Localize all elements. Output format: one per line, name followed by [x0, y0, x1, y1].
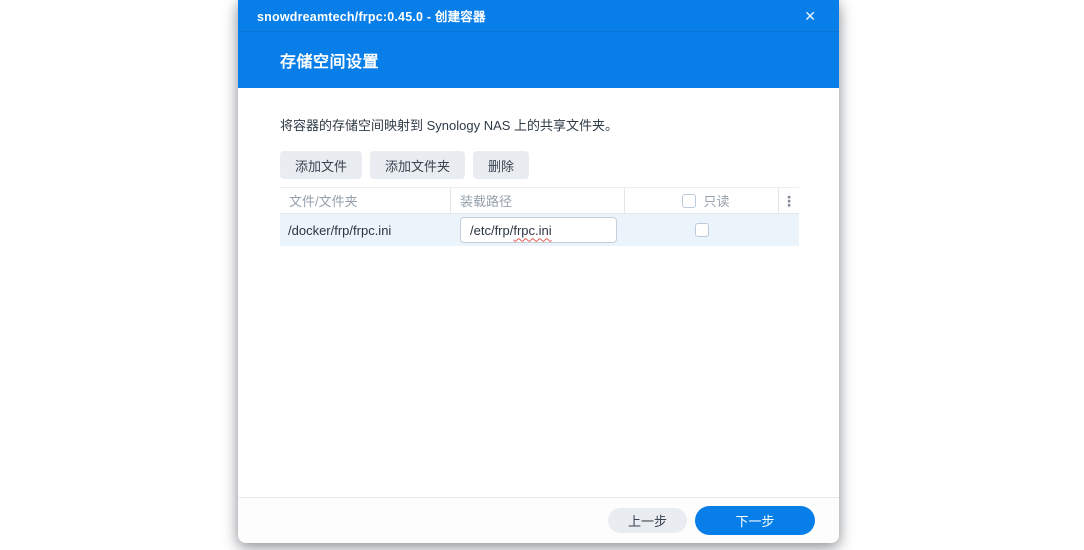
instruction-text: 将容器的存储空间映射到 Synology NAS 上的共享文件夹。 — [280, 117, 799, 134]
dialog-body: 将容器的存储空间映射到 Synology NAS 上的共享文件夹。 添加文件 添… — [238, 88, 839, 497]
mount-path-text: /etc/frp/ — [470, 223, 513, 238]
column-header-menu: ⋮ — [779, 188, 799, 213]
volume-table: 文件/文件夹 装载路径 只读 ⋮ /docker/frp/frpc.ini — [280, 187, 799, 246]
column-options-icon[interactable]: ⋮ — [782, 194, 796, 208]
readonly-header-label: 只读 — [703, 191, 729, 210]
column-header-readonly: 只读 — [625, 188, 779, 213]
page-background: snowdreamtech/frpc:0.45.0 - 创建容器 ✕ 存储空间设… — [0, 0, 1084, 550]
dialog-titlebar: snowdreamtech/frpc:0.45.0 - 创建容器 ✕ — [238, 0, 839, 32]
readonly-cell — [625, 214, 779, 246]
column-header-file[interactable]: 文件/文件夹 — [280, 188, 451, 213]
step-header: 存储空间设置 — [238, 32, 839, 88]
next-step-button[interactable]: 下一步 — [695, 506, 815, 535]
file-path-cell[interactable]: /docker/frp/frpc.ini — [280, 214, 451, 246]
mount-path-input[interactable]: /etc/frp/frpc.ini — [460, 217, 617, 243]
readonly-row-checkbox[interactable] — [695, 223, 709, 237]
readonly-header-checkbox[interactable] — [682, 194, 696, 208]
volume-toolbar: 添加文件 添加文件夹 删除 — [280, 151, 799, 179]
step-title: 存储空间设置 — [280, 48, 379, 72]
create-container-dialog: snowdreamtech/frpc:0.45.0 - 创建容器 ✕ 存储空间设… — [238, 0, 839, 543]
dialog-title: snowdreamtech/frpc:0.45.0 - 创建容器 — [257, 6, 486, 25]
column-header-mount-path[interactable]: 装载路径 — [451, 188, 625, 213]
dialog-footer: 上一步 下一步 — [238, 497, 839, 543]
mount-path-cell: /etc/frp/frpc.ini — [451, 214, 625, 246]
delete-button[interactable]: 删除 — [473, 151, 529, 179]
volume-table-header: 文件/文件夹 装载路径 只读 ⋮ — [280, 187, 799, 214]
previous-step-button[interactable]: 上一步 — [608, 508, 687, 533]
add-file-button[interactable]: 添加文件 — [280, 151, 362, 179]
close-icon[interactable]: ✕ — [801, 7, 819, 25]
row-menu-cell — [779, 214, 799, 246]
add-folder-button[interactable]: 添加文件夹 — [370, 151, 465, 179]
mount-path-misspelled-text: frpc.ini — [513, 223, 551, 238]
volume-table-row[interactable]: /docker/frp/frpc.ini /etc/frp/frpc.ini — [280, 214, 799, 246]
